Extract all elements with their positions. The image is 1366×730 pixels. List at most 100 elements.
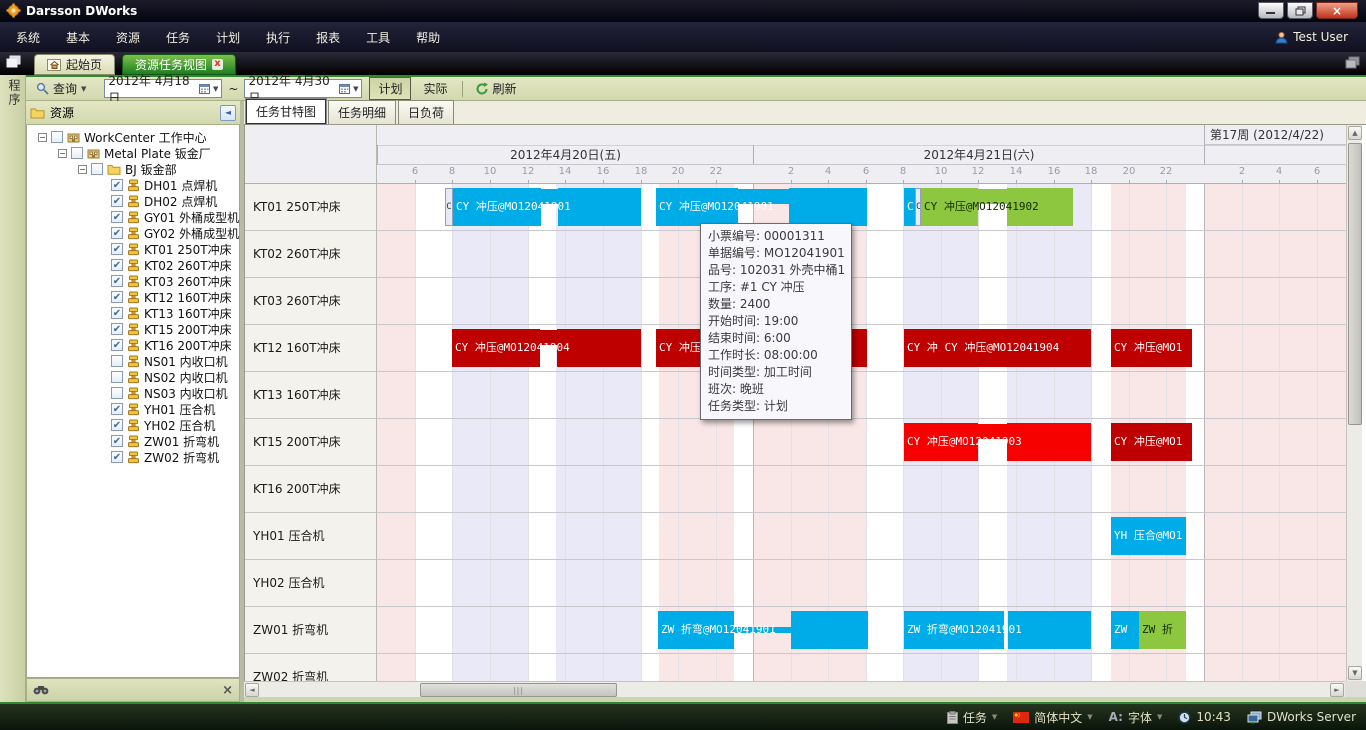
query-button[interactable]: 查询 ▼ — [30, 78, 92, 99]
tab-close-icon[interactable]: x — [212, 59, 223, 70]
tree-checkbox[interactable] — [51, 131, 63, 143]
date-to-field[interactable]: 2012年 4月30日 ▼ — [244, 79, 362, 98]
date-from-field[interactable]: 2012年 4月18日 ▼ — [104, 79, 222, 98]
actual-toggle-button[interactable]: 实际 — [415, 78, 455, 99]
tree-checkbox[interactable]: ✔ — [111, 259, 123, 271]
scroll-down-button[interactable]: ▼ — [1348, 666, 1362, 680]
task-bar[interactable]: CY 冲 CY 冲压@MO12041904 — [904, 329, 1091, 367]
tree-node-plant[interactable]: −Metal Plate 钣金厂 — [27, 145, 239, 161]
task-bar[interactable]: YH 压合@MO1 — [1111, 517, 1186, 555]
tree-node-machine[interactable]: ✔ZW02 折弯机 — [27, 449, 239, 465]
tree-expander[interactable]: − — [78, 165, 87, 174]
task-bar[interactable]: ZW 折弯@MO12041901 — [658, 611, 868, 649]
tree-checkbox[interactable]: ✔ — [111, 403, 123, 415]
scroll-left-button[interactable]: ◄ — [245, 683, 259, 697]
task-bar[interactable]: ZW 折 — [1139, 611, 1186, 649]
tree-expander[interactable]: − — [58, 149, 67, 158]
minimize-button[interactable] — [1258, 2, 1284, 19]
tab-home[interactable]: 起始页 — [34, 54, 115, 75]
tree-checkbox[interactable]: ✔ — [111, 195, 123, 207]
task-bar[interactable]: CY 冲压@MO12041901 — [453, 188, 641, 226]
tree-expander[interactable]: − — [38, 133, 47, 142]
view-tab-1[interactable]: 任务甘特图 — [246, 99, 326, 124]
tree-checkbox[interactable]: ✔ — [111, 419, 123, 431]
plan-toggle-button[interactable]: 计划 — [369, 77, 411, 100]
tree-checkbox[interactable]: ✔ — [111, 275, 123, 287]
menu-item-2[interactable]: 基本 — [66, 29, 90, 46]
tree-checkbox[interactable]: ✔ — [111, 179, 123, 191]
tree-node-machine[interactable]: ✔KT12 160T冲床 — [27, 289, 239, 305]
tree-checkbox[interactable]: ✔ — [111, 339, 123, 351]
tree-node-machine[interactable]: ✔DH02 点焊机 — [27, 193, 239, 209]
task-bar[interactable]: CY 冲压@MO12041904 — [452, 329, 641, 367]
menu-item-8[interactable]: 工具 — [366, 29, 390, 46]
task-bar[interactable]: CY 冲压@MO1 — [1111, 329, 1192, 367]
tree-node-machine[interactable]: ✔GY01 外桶成型机 — [27, 209, 239, 225]
menu-item-9[interactable]: 帮助 — [416, 29, 440, 46]
tree-node-dept[interactable]: −BJ 钣金部 — [27, 161, 239, 177]
tree-node-machine[interactable]: ✔KT01 250T冲床 — [27, 241, 239, 257]
task-bar[interactable]: ZW — [1111, 611, 1139, 649]
collapse-panel-button[interactable]: ◄ — [220, 105, 236, 121]
menu-item-1[interactable]: 系统 — [16, 29, 40, 46]
menu-item-6[interactable]: 执行 — [266, 29, 290, 46]
tree-node-machine[interactable]: ✔KT02 260T冲床 — [27, 257, 239, 273]
tree-checkbox[interactable]: ✔ — [111, 435, 123, 447]
tree-node-machine[interactable]: NS03 内收口机 — [27, 385, 239, 401]
menu-item-4[interactable]: 任务 — [166, 29, 190, 46]
horizontal-scroll-thumb[interactable]: ||| — [420, 683, 617, 697]
clear-filter-icon[interactable]: × — [222, 683, 233, 698]
tree-node-machine[interactable]: ✔YH02 压合机 — [27, 417, 239, 433]
side-tab-program[interactable]: 程序 — [6, 79, 23, 107]
current-user[interactable]: Test User — [1275, 30, 1366, 44]
task-bar-stub[interactable]: C — [445, 188, 453, 226]
tree-node-machine[interactable]: ✔KT13 160T冲床 — [27, 305, 239, 321]
tree-node-machine[interactable]: NS01 内收口机 — [27, 353, 239, 369]
vertical-scrollbar[interactable]: ▲ ▼ — [1346, 125, 1362, 681]
chevron-down-icon[interactable]: ▼ — [353, 85, 358, 93]
tree-node-machine[interactable]: ✔YH01 压合机 — [27, 401, 239, 417]
task-bar[interactable]: CY 冲压@MO12041902 — [921, 188, 1073, 226]
task-bar[interactable]: C — [904, 188, 915, 226]
tree-node-machine[interactable]: ✔KT15 200T冲床 — [27, 321, 239, 337]
tree-checkbox[interactable]: ✔ — [111, 307, 123, 319]
tree-node-machine[interactable]: ✔GY02 外桶成型机 — [27, 225, 239, 241]
restore-button[interactable] — [1287, 2, 1313, 19]
menu-item-5[interactable]: 计划 — [216, 29, 240, 46]
view-tab-2[interactable]: 任务明细 — [328, 100, 396, 124]
binoculars-icon[interactable] — [33, 684, 49, 696]
tree-node-machine[interactable]: ✔KT16 200T冲床 — [27, 337, 239, 353]
task-bar[interactable]: CY 冲压@MO1 — [1111, 423, 1192, 461]
menu-item-3[interactable]: 资源 — [116, 29, 140, 46]
chevron-down-icon[interactable]: ▼ — [81, 85, 86, 93]
tree-checkbox[interactable]: ✔ — [111, 211, 123, 223]
tree-node-workcenter[interactable]: −WorkCenter 工作中心 — [27, 129, 239, 145]
scroll-right-button[interactable]: ► — [1330, 683, 1344, 697]
tree-checkbox[interactable]: ✔ — [111, 291, 123, 303]
tree-node-machine[interactable]: ✔DH01 点焊机 — [27, 177, 239, 193]
tree-checkbox[interactable]: ✔ — [111, 243, 123, 255]
tree-checkbox[interactable] — [111, 387, 123, 399]
status-task[interactable]: 任务 ▼ — [947, 709, 997, 726]
horizontal-scrollbar[interactable]: ◄ ||| ► — [244, 681, 1345, 697]
view-tab-3[interactable]: 日负荷 — [398, 100, 454, 124]
tree-checkbox[interactable] — [111, 371, 123, 383]
task-bar[interactable]: ZW 折弯@MO12041901 — [904, 611, 1091, 649]
refresh-button[interactable]: 刷新 — [469, 78, 523, 99]
task-bar[interactable]: CY 冲压@MO12041903 — [904, 423, 1091, 461]
tree-checkbox[interactable]: ✔ — [111, 451, 123, 463]
menu-item-7[interactable]: 报表 — [316, 29, 340, 46]
tree-node-machine[interactable]: ✔KT03 260T冲床 — [27, 273, 239, 289]
tree-checkbox[interactable] — [111, 355, 123, 367]
status-language[interactable]: 简体中文 ▼ — [1013, 709, 1092, 726]
tree-checkbox[interactable] — [71, 147, 83, 159]
vertical-scroll-thumb[interactable] — [1348, 143, 1362, 425]
tree-checkbox[interactable] — [91, 163, 103, 175]
close-button[interactable]: × — [1316, 2, 1358, 19]
chevron-down-icon[interactable]: ▼ — [213, 85, 218, 93]
tree-checkbox[interactable]: ✔ — [111, 227, 123, 239]
status-font[interactable]: A: 字体 ▼ — [1109, 709, 1163, 726]
tree-checkbox[interactable]: ✔ — [111, 323, 123, 335]
window-layout-icon[interactable] — [1345, 56, 1360, 69]
tree-node-machine[interactable]: NS02 内收口机 — [27, 369, 239, 385]
